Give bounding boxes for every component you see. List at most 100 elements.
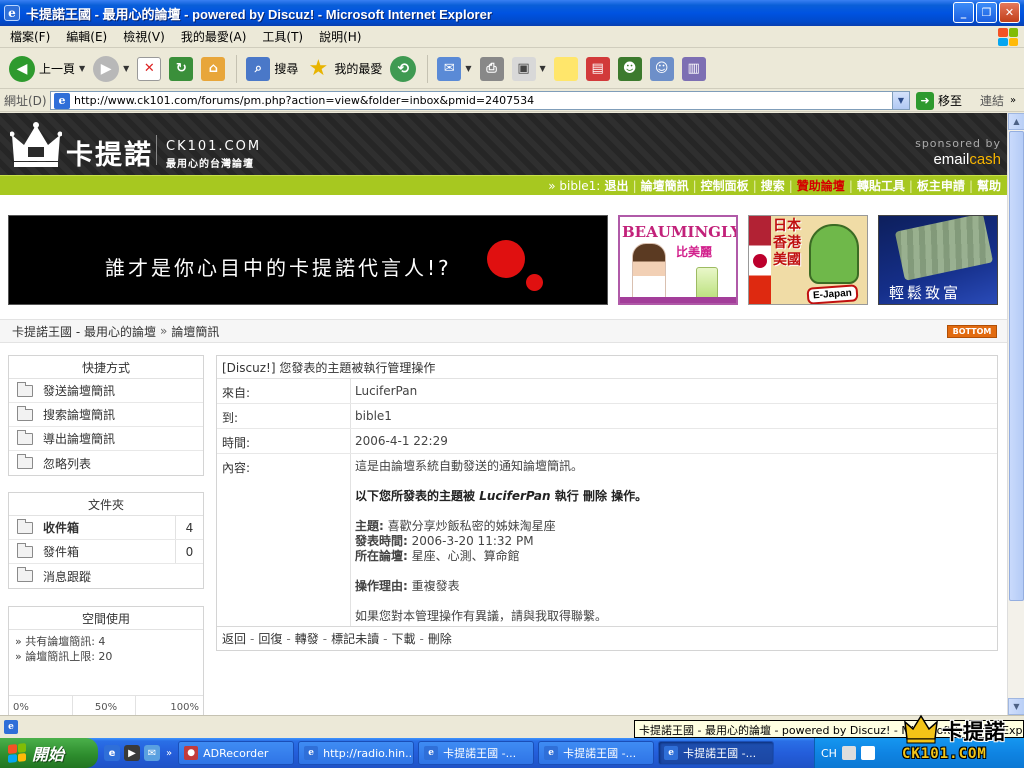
task-ck101-3[interactable]: e 卡提諾王國 -... [658, 741, 775, 765]
address-dropdown-icon[interactable]: ▼ [892, 92, 909, 109]
crown-icon [904, 714, 938, 744]
breadcrumb-home[interactable]: 卡提諾王國 - 最用心的論壇 [12, 323, 156, 340]
window-title: 卡提諾王國 - 最用心的論壇 - powered by Discuz! - Mi… [26, 6, 492, 22]
print-button[interactable]: ⎙ [477, 52, 507, 86]
favorites-button[interactable]: ★ 我的最愛 [303, 52, 385, 86]
folder-label: 消息跟蹤 [43, 569, 92, 584]
messenger-button[interactable]: ▤ [583, 52, 613, 86]
nav-search[interactable]: 搜索 [761, 177, 785, 194]
nav-help[interactable]: 幫助 [977, 177, 1001, 194]
pm-action-delete[interactable]: 刪除 [428, 630, 452, 647]
pm-action-reply[interactable]: 回復 [258, 630, 282, 647]
address-url[interactable]: http://www.ck101.com/forums/pm.php?actio… [74, 94, 892, 107]
help-icon[interactable] [860, 746, 875, 760]
back-button[interactable]: ◀ 上一頁 ▼ [6, 52, 88, 86]
menu-tools[interactable]: 工具(T) [256, 26, 309, 47]
refresh-button[interactable]: ↻ [166, 52, 196, 86]
menu-edit[interactable]: 編輯(E) [60, 26, 113, 47]
links-button[interactable]: 連結 [980, 92, 1004, 109]
pm-action-download[interactable]: 下載 [391, 630, 415, 647]
crown-icon[interactable] [10, 121, 62, 169]
task-ck101-1[interactable]: e 卡提諾王國 -... [418, 741, 535, 765]
scroll-thumb[interactable] [1009, 131, 1024, 601]
dropdown-arrow-icon[interactable]: ▼ [79, 64, 85, 73]
go-label: 移至 [938, 94, 963, 108]
close-button[interactable]: ✕ [999, 2, 1020, 23]
pm-action-forward[interactable]: 轉發 [295, 630, 319, 647]
pm-to-value[interactable]: bible1 [351, 404, 997, 428]
ie-icon[interactable]: e [104, 745, 120, 761]
main-banner[interactable]: 誰才是你心目中的卡提諾代言人!? [8, 215, 608, 305]
window-titlebar[interactable]: e 卡提諾王國 - 最用心的論壇 - powered by Discuz! - … [0, 0, 1024, 26]
folder-outbox[interactable]: 發件箱 0 [9, 540, 203, 564]
dropdown-arrow-icon[interactable]: ▼ [465, 64, 471, 73]
ad-japan[interactable]: 日本 香港 美國 E-Japan [748, 215, 868, 305]
history-icon: ⟲ [390, 55, 417, 82]
pm-action-mark-unread[interactable]: 標記未讀 [331, 630, 379, 647]
nav-logout[interactable]: 退出 [605, 177, 629, 194]
pm-forum-label: 所在論壇: [355, 549, 408, 563]
menu-favorites[interactable]: 我的最愛(A) [175, 26, 253, 47]
nav-control-panel[interactable]: 控制面板 [701, 177, 749, 194]
outlook-icon[interactable]: ✉ [144, 745, 160, 761]
nav-sponsor[interactable]: 贊助論壇 [797, 177, 845, 194]
edit-button[interactable]: ▣ ▼ [509, 52, 549, 86]
media-player-icon[interactable]: ▶ [124, 745, 140, 761]
contacts-button[interactable]: ☺ [647, 52, 677, 86]
shortcut-send-pm[interactable]: 發送論壇簡訊 [9, 379, 203, 403]
shortcut-search-pm[interactable]: 搜索論壇簡訊 [9, 403, 203, 427]
history-button[interactable]: ⟲ [387, 52, 419, 86]
nav-moderator-apply[interactable]: 板主申請 [917, 177, 965, 194]
ad-money[interactable]: 輕鬆致富 [878, 215, 998, 305]
edit-page-icon: ▣ [511, 56, 536, 81]
task-adrecorder[interactable]: ● ADRecorder [178, 741, 295, 765]
mail-button[interactable]: ✉ ▼ [434, 52, 474, 86]
menu-help[interactable]: 說明(H) [313, 26, 367, 47]
chevron-right-icon[interactable]: » [166, 748, 172, 759]
pm-action-back[interactable]: 返回 [222, 630, 246, 647]
chevron-right-icon[interactable]: » [1010, 95, 1016, 106]
nav-repost-tool[interactable]: 轉貼工具 [857, 177, 905, 194]
vertical-scrollbar[interactable]: ▲ ▼ [1007, 113, 1024, 715]
dropdown-arrow-icon[interactable]: ▼ [123, 64, 129, 73]
site-nav: » bible1: 退出 | 論壇簡訊 | 控制面板 | 搜索 | 贊助論壇 | 轉貼工具… [0, 175, 1007, 195]
scroll-up-icon[interactable]: ▲ [1008, 113, 1024, 130]
start-button[interactable]: 開始 [0, 738, 98, 768]
pm-from-value[interactable]: LuciferPan [351, 379, 997, 403]
site-logo-slogan: 最用心的台灣論壇 [166, 159, 254, 170]
folder-inbox[interactable]: 收件箱 4 [9, 516, 203, 540]
research-button[interactable]: ▥ [679, 52, 709, 86]
keyboard-icon[interactable] [841, 746, 856, 760]
restore-button[interactable]: ❐ [976, 2, 997, 23]
bottom-button[interactable]: BOTTOM [947, 325, 997, 338]
menu-view[interactable]: 檢視(V) [117, 26, 171, 47]
frog-button[interactable]: ☻ [615, 52, 645, 86]
notes-button[interactable] [551, 52, 581, 86]
stop-button[interactable]: ✕ [134, 52, 164, 86]
search-icon: ⌕ [246, 56, 271, 81]
folder-icon [17, 429, 33, 445]
home-button[interactable]: ⌂ [198, 52, 228, 86]
sponsor-logo[interactable]: emailcash [933, 151, 1001, 168]
address-input[interactable]: e http://www.ck101.com/forums/pm.php?act… [50, 91, 910, 110]
search-button[interactable]: ⌕ 搜尋 [243, 52, 301, 86]
dropdown-arrow-icon[interactable]: ▼ [540, 64, 546, 73]
address-bar: 網址(D) e http://www.ck101.com/forums/pm.p… [0, 90, 1024, 112]
menu-file[interactable]: 檔案(F) [4, 26, 56, 47]
ad-beauty[interactable]: BEAUMINGLY 比美麗 [618, 215, 738, 305]
go-button[interactable]: ➜ 移至 [916, 91, 963, 110]
ad-money-text: 輕鬆致富 [889, 284, 962, 302]
address-label: 網址(D) [4, 94, 47, 108]
language-indicator[interactable]: CH [821, 747, 837, 760]
folder-track[interactable]: 消息跟蹤 [9, 564, 203, 588]
task-radio[interactable]: e http://radio.hin... [298, 741, 415, 765]
site-logo-text[interactable]: 卡提諾 [66, 133, 153, 172]
folder-icon [17, 405, 33, 421]
task-ck101-2[interactable]: e 卡提諾王國 -... [538, 741, 655, 765]
space-limit-line: » 論壇簡訊上限: 20 [15, 650, 113, 663]
nav-pm[interactable]: 論壇簡訊 [641, 177, 689, 194]
minimize-button[interactable]: _ [953, 2, 974, 23]
forward-button[interactable]: ▶ ▼ [90, 52, 132, 86]
shortcut-ignore-list[interactable]: 忽略列表 [9, 451, 203, 475]
shortcut-export-pm[interactable]: 導出論壇簡訊 [9, 427, 203, 451]
